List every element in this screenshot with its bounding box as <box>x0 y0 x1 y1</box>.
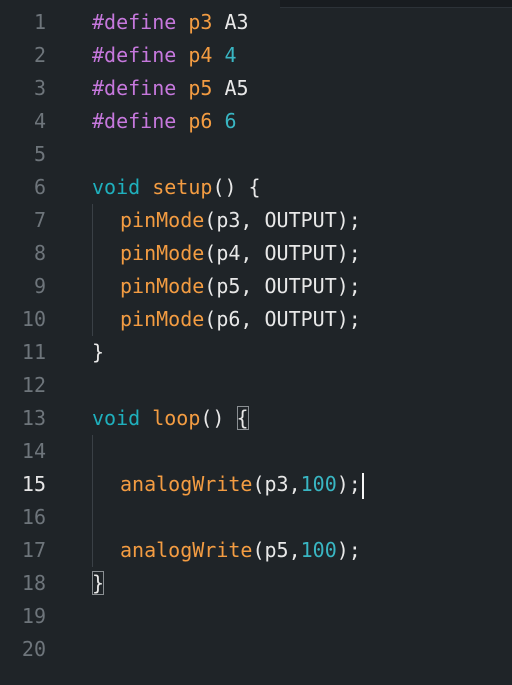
line-number: 8 <box>33 241 46 265</box>
code-line: void setup() { <box>92 171 261 204</box>
line-number: 14 <box>21 439 46 463</box>
code-editor[interactable]: 1 2 3 4 5 6 7 8 9 10 11 12 13 14 15 16 1… <box>0 0 512 685</box>
macro-value: A5 <box>224 76 249 100</box>
code-line: pinMode(p5, OUTPUT); <box>120 270 361 303</box>
code-line: #define p6 6 <box>92 105 237 138</box>
line-number-gutter: 1 2 3 4 5 6 7 8 9 10 11 12 13 14 15 16 1… <box>0 0 70 685</box>
line-number: 4 <box>33 109 46 133</box>
line-number: 17 <box>21 538 46 562</box>
code-line: #define p4 4 <box>92 39 237 72</box>
function-call: analogWrite <box>120 472 253 496</box>
code-line: #define p3 A3 <box>92 6 249 39</box>
macro-name: p4 <box>188 43 213 67</box>
function-call: pinMode <box>120 208 205 232</box>
closing-brace: } <box>92 340 105 364</box>
line-number: 19 <box>21 604 46 628</box>
code-line: analogWrite(p5,100); <box>120 534 361 567</box>
line-number: 10 <box>21 307 46 331</box>
function-call: analogWrite <box>120 538 253 562</box>
line-number: 20 <box>21 637 46 661</box>
call-args: (p3, <box>252 472 301 496</box>
call-args: (p6, OUTPUT); <box>204 307 361 331</box>
line-number-current: 15 <box>21 472 46 496</box>
macro-name: p6 <box>188 109 213 133</box>
call-args: (p5, OUTPUT); <box>204 274 361 298</box>
line-number: 11 <box>21 340 46 364</box>
type-keyword: void <box>92 175 141 199</box>
matched-brace-open: { <box>236 406 249 430</box>
macro-value: 6 <box>224 109 237 133</box>
line-number: 5 <box>33 142 46 166</box>
function-name: loop <box>152 406 201 430</box>
define-keyword: #define <box>92 43 177 67</box>
number-literal: 100 <box>300 472 337 496</box>
define-keyword: #define <box>92 10 177 34</box>
line-number: 16 <box>21 505 46 529</box>
line-number: 1 <box>33 10 46 34</box>
tab-bar-edge <box>280 0 512 8</box>
line-number: 13 <box>21 406 46 430</box>
indent-guide <box>92 435 93 567</box>
define-keyword: #define <box>92 76 177 100</box>
call-args: (p5, <box>252 538 301 562</box>
line-number: 18 <box>21 571 46 595</box>
line-number: 12 <box>21 373 46 397</box>
function-name: setup <box>152 175 213 199</box>
line-number: 2 <box>33 43 46 67</box>
code-line-current: analogWrite(p3,100); <box>120 468 364 501</box>
code-line: pinMode(p6, OUTPUT); <box>120 303 361 336</box>
code-line: pinMode(p3, OUTPUT); <box>120 204 361 237</box>
macro-name: p3 <box>188 10 213 34</box>
text-cursor <box>361 472 364 499</box>
call-args: (p3, OUTPUT); <box>204 208 361 232</box>
line-number: 9 <box>33 274 46 298</box>
line-number: 7 <box>33 208 46 232</box>
function-call: pinMode <box>120 241 205 265</box>
punctuation: () { <box>212 175 261 199</box>
code-line: } <box>92 567 105 600</box>
macro-value: 4 <box>224 43 237 67</box>
define-keyword: #define <box>92 109 177 133</box>
code-line: pinMode(p4, OUTPUT); <box>120 237 361 270</box>
code-line: #define p5 A5 <box>92 72 249 105</box>
line-number: 6 <box>33 175 46 199</box>
function-call: pinMode <box>120 307 205 331</box>
call-args-end: ); <box>336 538 361 562</box>
code-line: void loop() { <box>92 402 249 435</box>
macro-name: p5 <box>188 76 213 100</box>
call-args: (p4, OUTPUT); <box>204 241 361 265</box>
number-literal: 100 <box>300 538 337 562</box>
punctuation: () <box>200 406 237 430</box>
indent-guide <box>92 204 93 336</box>
line-number: 3 <box>33 76 46 100</box>
type-keyword: void <box>92 406 141 430</box>
matched-brace-close: } <box>92 571 105 595</box>
call-args-end: ); <box>336 472 361 496</box>
function-call: pinMode <box>120 274 205 298</box>
code-line: } <box>92 336 104 369</box>
macro-value: A3 <box>224 10 249 34</box>
